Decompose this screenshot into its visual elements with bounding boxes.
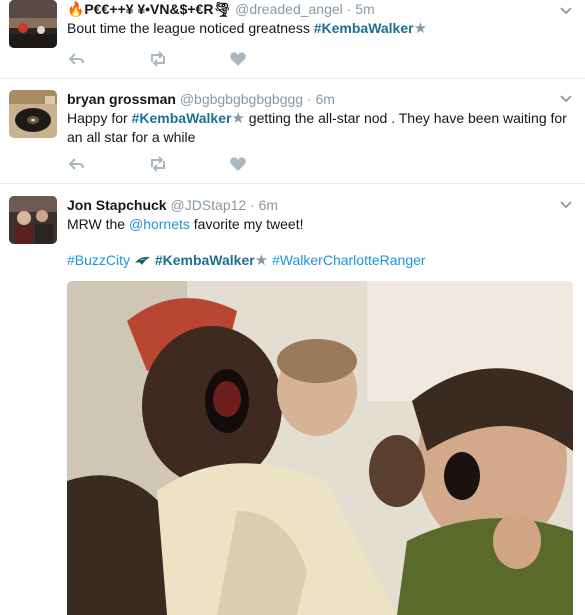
heart-icon[interactable] [228, 49, 248, 69]
mention-hornets[interactable]: @hornets [129, 216, 190, 232]
user-handle[interactable]: @JDStap12 [170, 197, 246, 213]
tweet-text-prefix: Happy for [67, 110, 132, 126]
reply-icon[interactable] [67, 154, 87, 174]
tweet-header: bryan grossman @bgbgbgbgbgbggg · 6m [67, 90, 577, 108]
tweet-text: MRW the @hornets favorite my tweet! [67, 215, 577, 234]
star-icon: ★ [413, 20, 428, 37]
avatar-bryan-grossman[interactable] [9, 90, 57, 138]
tweet-header: Jon Stapchuck @JDStap12 · 6m [67, 196, 577, 214]
avatar-dreaded-angel[interactable] [9, 0, 57, 48]
tweet-text-prefix: MRW the [67, 216, 129, 232]
tweet-text-suffix: favorite my tweet! [189, 216, 304, 232]
separator-dot: · [306, 91, 312, 107]
hashtag-walkercharlotteranger[interactable]: #WalkerCharlotteRanger [272, 252, 426, 268]
tweet-header: 🔥P€€++¥ ¥•VN&$+€R🌪 @dreaded_angel · 5m [67, 0, 577, 18]
hashtag-kembawalker[interactable]: #KembaWalker [314, 20, 414, 36]
separator-dot: · [250, 197, 255, 213]
chevron-down-icon[interactable] [559, 198, 573, 212]
separator-dot: · [346, 1, 352, 17]
tweet-text-plain: Bout time the league noticed greatness [67, 20, 314, 36]
user-handle[interactable]: @bgbgbgbgbgbggg [180, 91, 303, 107]
star-icon: ★ [254, 252, 269, 269]
star-icon: ★ [231, 110, 245, 127]
chevron-down-icon[interactable] [559, 4, 573, 18]
retweet-icon[interactable] [148, 154, 168, 174]
tweet-media-gif[interactable] [67, 281, 573, 615]
display-name[interactable]: 🔥P€€++¥ ¥•VN&$+€R🌪 [67, 1, 231, 17]
chevron-down-icon[interactable] [559, 92, 573, 106]
hashtag-buzzcity[interactable]: #BuzzCity [67, 252, 130, 268]
heart-icon[interactable] [228, 154, 248, 174]
tweet-1[interactable]: 🔥P€€++¥ ¥•VN&$+€R🌪 @dreaded_angel · 5m B… [0, 0, 585, 78]
reply-icon[interactable] [67, 49, 87, 69]
tweet-hashtags: #BuzzCity #KembaWalker★ #WalkerCharlotte… [67, 251, 577, 270]
timestamp[interactable]: 5m [355, 1, 374, 17]
hashtag-kembawalker[interactable]: #KembaWalker [132, 110, 232, 126]
retweet-icon[interactable] [148, 49, 168, 69]
display-name[interactable]: Jon Stapchuck [67, 197, 167, 213]
timestamp[interactable]: 6m [259, 197, 278, 213]
hashtag-kembawalker[interactable]: #KembaWalker [155, 252, 255, 268]
hornet-icon [134, 256, 150, 265]
tweet-text: Happy for #KembaWalker★ getting the all-… [67, 109, 577, 147]
user-handle[interactable]: @dreaded_angel [235, 1, 343, 17]
display-name[interactable]: bryan grossman [67, 91, 176, 107]
tweet-text: Bout time the league noticed greatness #… [67, 19, 577, 38]
tweet-2[interactable]: bryan grossman @bgbgbgbgbgbggg · 6m Happ… [0, 79, 585, 182]
timestamp[interactable]: 6m [316, 91, 335, 107]
avatar-jon-stapchuck[interactable] [9, 196, 57, 244]
